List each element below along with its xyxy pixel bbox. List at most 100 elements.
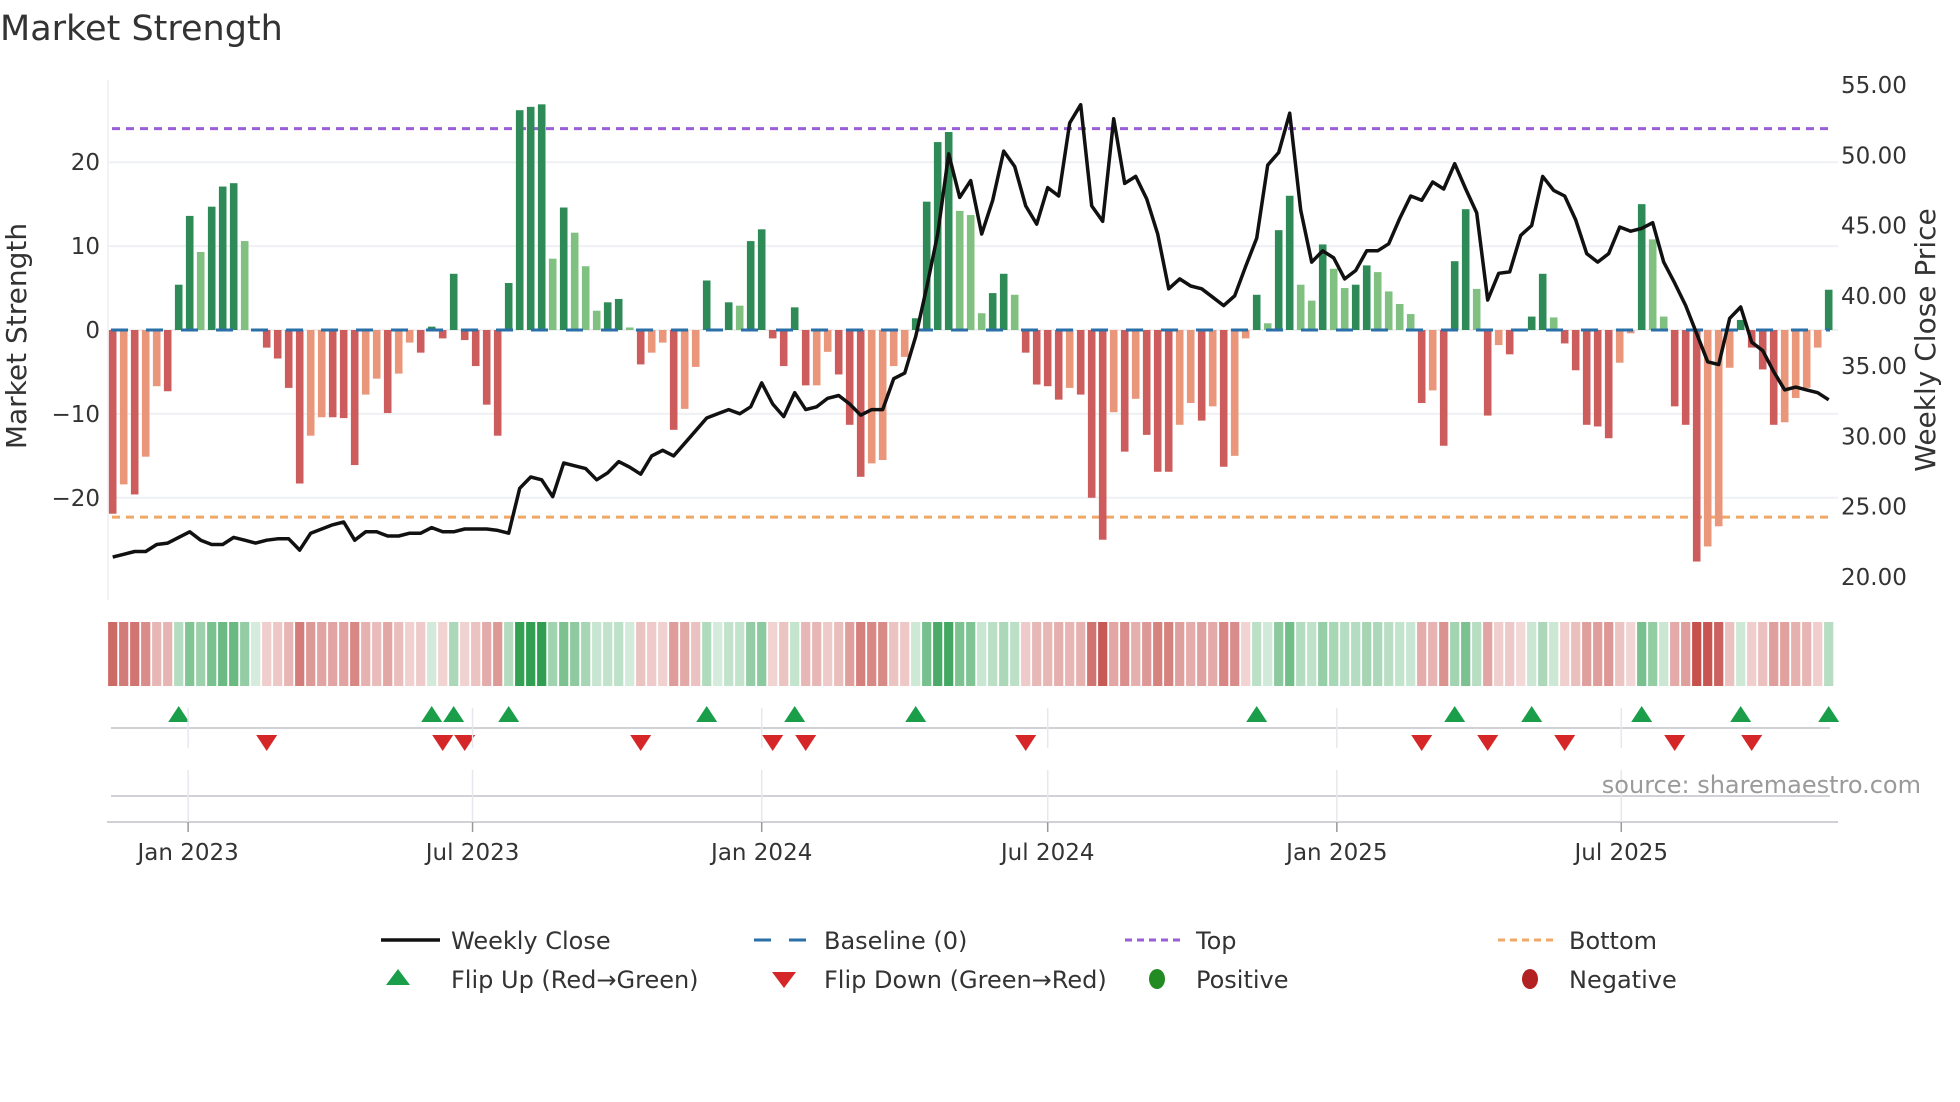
heat-cell: [592, 622, 602, 686]
heat-cell: [1692, 622, 1702, 686]
strength-bar: [1021, 330, 1030, 353]
strength-bar: [1131, 330, 1140, 399]
strength-bar: [1340, 288, 1349, 330]
heat-cell: [988, 622, 998, 686]
heat-cell: [1406, 622, 1416, 686]
heat-cell: [812, 622, 822, 686]
strength-bar: [1252, 294, 1261, 330]
strength-bar: [1329, 268, 1338, 330]
strength-bar: [603, 302, 612, 330]
left-tick-label: −10: [51, 402, 100, 428]
strength-bar: [746, 241, 755, 330]
heat-cell: [1274, 622, 1284, 686]
heat-cell: [1791, 622, 1801, 686]
heat-cell: [1175, 622, 1185, 686]
heat-cell: [647, 622, 657, 686]
heat-cell: [1604, 622, 1614, 686]
strength-bar: [350, 330, 359, 466]
heat-cell: [218, 622, 228, 686]
flip-down-marker: [256, 735, 278, 751]
heat-cell: [1186, 622, 1196, 686]
strength-bar: [647, 330, 656, 353]
right-tick-label: 45.00: [1841, 214, 1907, 240]
strength-bar: [702, 280, 711, 330]
right-tick-label: 50.00: [1841, 143, 1907, 169]
heat-cell: [922, 622, 932, 686]
heat-cell: [1351, 622, 1361, 686]
circle-icon: [1149, 969, 1165, 989]
triangle-down-icon: [772, 972, 796, 988]
x-tick-label: Jul 2023: [424, 840, 520, 866]
strength-bar: [955, 210, 964, 330]
strength-bar: [1571, 330, 1580, 371]
heat-cell: [493, 622, 503, 686]
strength-bar: [1142, 330, 1151, 435]
heat-cell: [548, 622, 558, 686]
strength-bar: [559, 207, 568, 330]
flip-down-marker: [1477, 735, 1499, 751]
heat-cell: [1076, 622, 1086, 686]
heat-cell: [856, 622, 866, 686]
heat-cell: [955, 622, 965, 686]
heat-cell: [1736, 622, 1746, 686]
heat-cell: [713, 622, 723, 686]
heat-cell: [1340, 622, 1350, 686]
heat-cell: [790, 622, 800, 686]
heat-cell: [1043, 622, 1053, 686]
strength-bar: [174, 284, 183, 330]
heat-cell: [1758, 622, 1768, 686]
x-tick-label: Jan 2023: [135, 840, 238, 866]
heat-cell: [1153, 622, 1163, 686]
heat-cell: [867, 622, 877, 686]
heat-cell: [944, 622, 954, 686]
legend-label: Baseline (0): [824, 927, 967, 955]
heat-cell: [207, 622, 217, 686]
strength-bar: [1670, 330, 1679, 407]
strength-bar: [581, 266, 590, 330]
strength-bar: [1692, 330, 1701, 562]
right-tick-label: 35.00: [1841, 354, 1907, 380]
heat-cell: [1164, 622, 1174, 686]
strength-bar: [537, 104, 546, 330]
strength-bar: [834, 330, 843, 375]
heat-cell: [1527, 622, 1537, 686]
strength-bar: [691, 330, 700, 367]
heat-cell: [295, 622, 305, 686]
strength-bar: [1076, 330, 1085, 395]
flip-up-marker: [1631, 706, 1653, 722]
strength-bar: [1780, 330, 1789, 423]
strength-bar: [482, 330, 491, 405]
heat-cell: [1010, 622, 1020, 686]
heat-cell: [768, 622, 778, 686]
heat-cell: [427, 622, 437, 686]
strength-bar: [1285, 195, 1294, 330]
heat-cell: [724, 622, 734, 686]
strength-bar: [790, 307, 799, 330]
heat-cell: [273, 622, 283, 686]
strength-bar: [625, 327, 634, 330]
heat-cell: [1648, 622, 1658, 686]
heat-cell: [526, 622, 536, 686]
heat-cell: [394, 622, 404, 686]
strength-bar: [900, 330, 909, 357]
strength-bar: [1186, 330, 1195, 403]
heat-cell: [911, 622, 921, 686]
strength-bar: [1175, 330, 1184, 425]
strength-bar: [1351, 284, 1360, 330]
heat-cell: [537, 622, 547, 686]
heat-cell: [691, 622, 701, 686]
left-tick-label: 20: [71, 150, 100, 176]
heat-cell: [1516, 622, 1526, 686]
heat-cell: [317, 622, 327, 686]
heat-cell: [350, 622, 360, 686]
legend-weekly-close: Weekly Close: [381, 927, 611, 955]
strength-bar: [163, 330, 172, 392]
x-tick-label: Jan 2024: [709, 840, 812, 866]
heat-cell: [1142, 622, 1152, 686]
strength-bar: [724, 302, 733, 330]
strength-bar: [119, 330, 128, 485]
strength-bar: [1054, 330, 1063, 400]
heat-cell: [1087, 622, 1097, 686]
heat-cell: [570, 622, 580, 686]
strength-bar: [1648, 239, 1657, 330]
